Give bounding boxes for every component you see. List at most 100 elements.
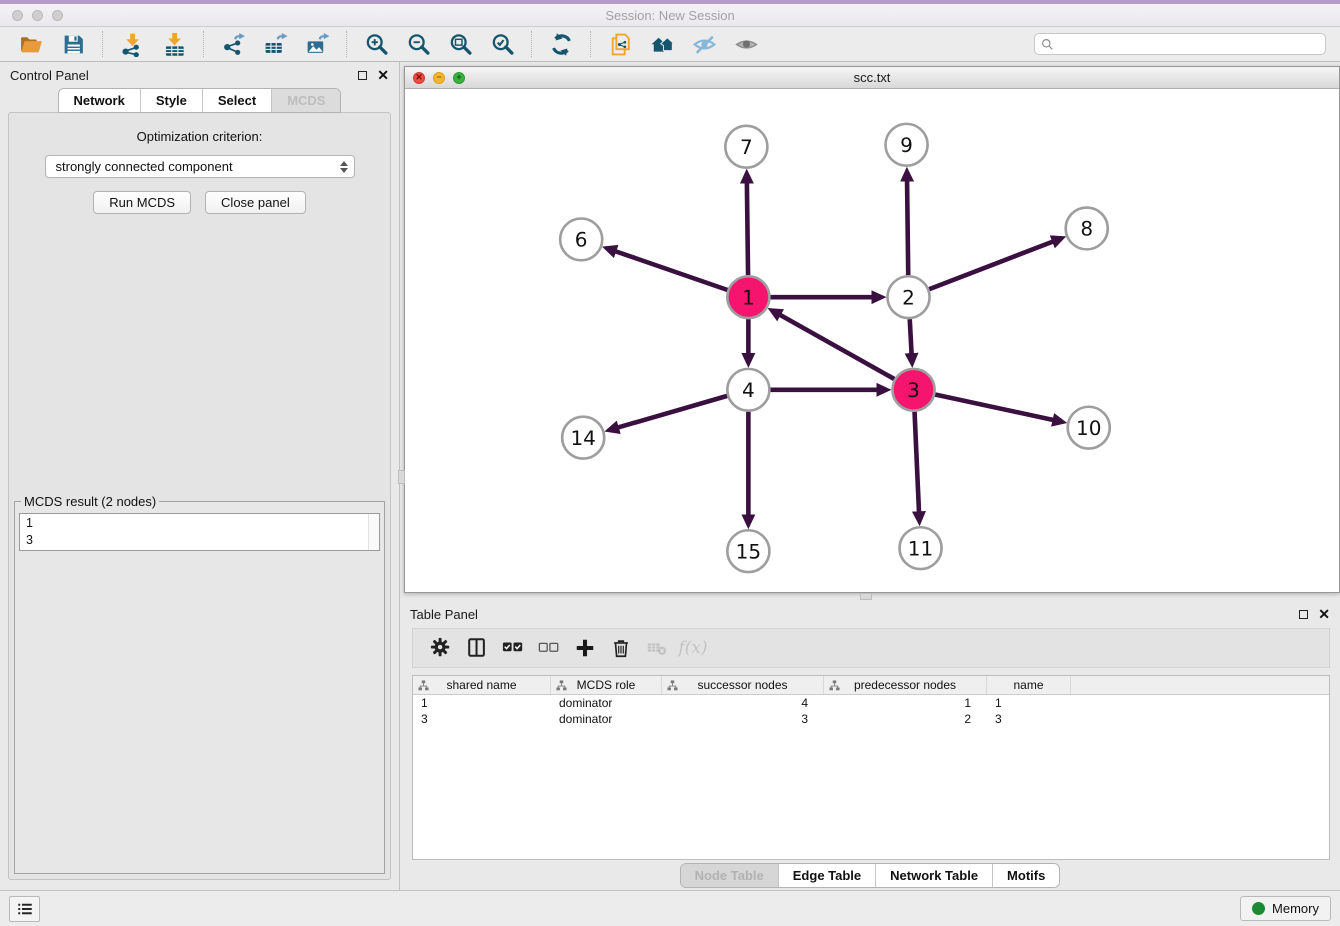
column-header-MCDS-role[interactable]: MCDS role	[551, 676, 662, 694]
edge-2-3[interactable]	[910, 319, 912, 355]
export-network-button[interactable]	[217, 30, 249, 58]
search-input[interactable]	[1058, 37, 1319, 51]
node-label-7: 7	[740, 135, 753, 159]
tab-network-table[interactable]: Network Table	[875, 864, 992, 887]
search-box[interactable]	[1034, 33, 1326, 55]
edge-2-9[interactable]	[907, 180, 908, 276]
import-network-icon	[120, 32, 145, 57]
save-session-button[interactable]	[57, 30, 89, 58]
columns-button[interactable]	[459, 633, 495, 663]
table-cell[interactable]: 3	[987, 712, 1071, 726]
zoom-fit-button[interactable]	[444, 30, 476, 58]
horizontal-splitter-grip[interactable]	[860, 593, 872, 600]
zoom-out-button[interactable]	[402, 30, 434, 58]
copy-view-button[interactable]	[604, 30, 636, 58]
network-window-titlebar: ✕ − + scc.txt	[405, 67, 1339, 89]
vertical-splitter-grip[interactable]	[398, 470, 405, 484]
tab-mcds[interactable]: MCDS	[271, 89, 340, 112]
network-canvas[interactable]: 7 9 6 8 1 2 4 3 14 10 15 11	[405, 89, 1339, 592]
control-panel-header: Control Panel ✕	[0, 62, 399, 88]
import-table-button[interactable]	[158, 30, 190, 58]
run-mcds-button[interactable]: Run MCDS	[93, 191, 191, 214]
table-cell[interactable]: 1	[824, 696, 987, 710]
edge-1-6[interactable]	[614, 251, 727, 290]
network-close-icon[interactable]: ✕	[413, 72, 425, 84]
edge-4-14[interactable]	[617, 396, 727, 428]
table-cell[interactable]: dominator	[551, 696, 662, 710]
edge-3-1[interactable]	[779, 314, 894, 379]
table-cell[interactable]: 1	[413, 696, 551, 710]
float-panel-icon[interactable]	[358, 71, 367, 80]
table-tabs: Node TableEdge TableNetwork TableMotifs	[400, 860, 1340, 890]
node-3[interactable]: 3	[893, 369, 935, 411]
add-row-button[interactable]	[567, 633, 603, 663]
edge-2-8[interactable]	[929, 241, 1054, 289]
refresh-button[interactable]	[545, 30, 577, 58]
network-maximize-icon[interactable]: +	[453, 72, 465, 84]
mcds-panel: Optimization criterion: strongly connect…	[8, 112, 391, 880]
zoom-in-button[interactable]	[360, 30, 392, 58]
export-image-button[interactable]	[301, 30, 333, 58]
node-11[interactable]: 11	[900, 527, 942, 569]
tab-motifs[interactable]: Motifs	[992, 864, 1059, 887]
tab-node-table[interactable]: Node Table	[681, 864, 778, 887]
node-10[interactable]: 10	[1068, 407, 1110, 449]
hide-details-button[interactable]	[688, 30, 720, 58]
table-row[interactable]: 3dominator323	[413, 711, 1329, 727]
close-panel-icon[interactable]: ✕	[377, 68, 389, 82]
column-header-successor-nodes[interactable]: successor nodes	[662, 676, 824, 694]
node-6[interactable]: 6	[560, 218, 602, 260]
node-8[interactable]: 8	[1066, 208, 1108, 250]
show-eye-button[interactable]	[730, 30, 762, 58]
zoom-fit-icon	[448, 32, 473, 57]
tab-select[interactable]: Select	[202, 89, 271, 112]
table-cell[interactable]: dominator	[551, 712, 662, 726]
optimization-criterion-label: Optimization criterion:	[137, 129, 263, 144]
edge-3-10[interactable]	[935, 394, 1054, 420]
table-row[interactable]: 1dominator411	[413, 695, 1329, 711]
edge-1-7[interactable]	[747, 182, 748, 276]
status-bar: Memory	[0, 890, 1340, 926]
node-15[interactable]: 15	[727, 530, 769, 572]
table-cell[interactable]: 4	[662, 696, 824, 710]
node-14[interactable]: 14	[562, 417, 604, 459]
optimization-select[interactable]: strongly connected component	[45, 155, 355, 178]
select-all-button[interactable]	[495, 633, 531, 663]
node-9[interactable]: 9	[886, 124, 928, 166]
home-button[interactable]	[646, 30, 678, 58]
memory-button[interactable]: Memory	[1240, 896, 1331, 921]
table-cell[interactable]: 3	[662, 712, 824, 726]
table-close-panel-icon[interactable]: ✕	[1318, 607, 1330, 621]
export-table-icon	[263, 32, 288, 57]
network-minimize-icon[interactable]: −	[433, 72, 445, 84]
toolbar-separator	[203, 31, 204, 57]
tab-network[interactable]: Network	[59, 89, 140, 112]
mcds-result-box[interactable]: 1 3	[19, 513, 380, 551]
export-table-button[interactable]	[259, 30, 291, 58]
table-cell[interactable]: 3	[413, 712, 551, 726]
tab-style[interactable]: Style	[140, 89, 202, 112]
open-session-button[interactable]	[15, 30, 47, 58]
close-panel-button[interactable]: Close panel	[205, 191, 306, 214]
column-header-predecessor-nodes[interactable]: predecessor nodes	[824, 676, 987, 694]
table-cell[interactable]: 1	[987, 696, 1071, 710]
column-header-shared-name[interactable]: shared name	[413, 676, 551, 694]
import-network-button[interactable]	[116, 30, 148, 58]
node-7[interactable]: 7	[725, 126, 767, 168]
table-float-panel-icon[interactable]	[1299, 610, 1308, 619]
node-1[interactable]: 1	[727, 276, 769, 318]
toolbar-separator	[346, 31, 347, 57]
column-header-name[interactable]: name	[987, 676, 1071, 694]
zoom-selected-button[interactable]	[486, 30, 518, 58]
node-2[interactable]: 2	[888, 276, 930, 318]
node-label-9: 9	[900, 133, 913, 157]
task-history-button[interactable]	[9, 896, 40, 922]
gear-button[interactable]	[423, 633, 459, 663]
node-4[interactable]: 4	[727, 369, 769, 411]
table-cell[interactable]: 2	[824, 712, 987, 726]
delete-row-button[interactable]	[603, 633, 639, 663]
deselect-all-button[interactable]	[531, 633, 567, 663]
edge-3-11[interactable]	[915, 412, 920, 514]
tab-edge-table[interactable]: Edge Table	[778, 864, 875, 887]
mcds-result-scrollbar[interactable]	[368, 514, 379, 550]
